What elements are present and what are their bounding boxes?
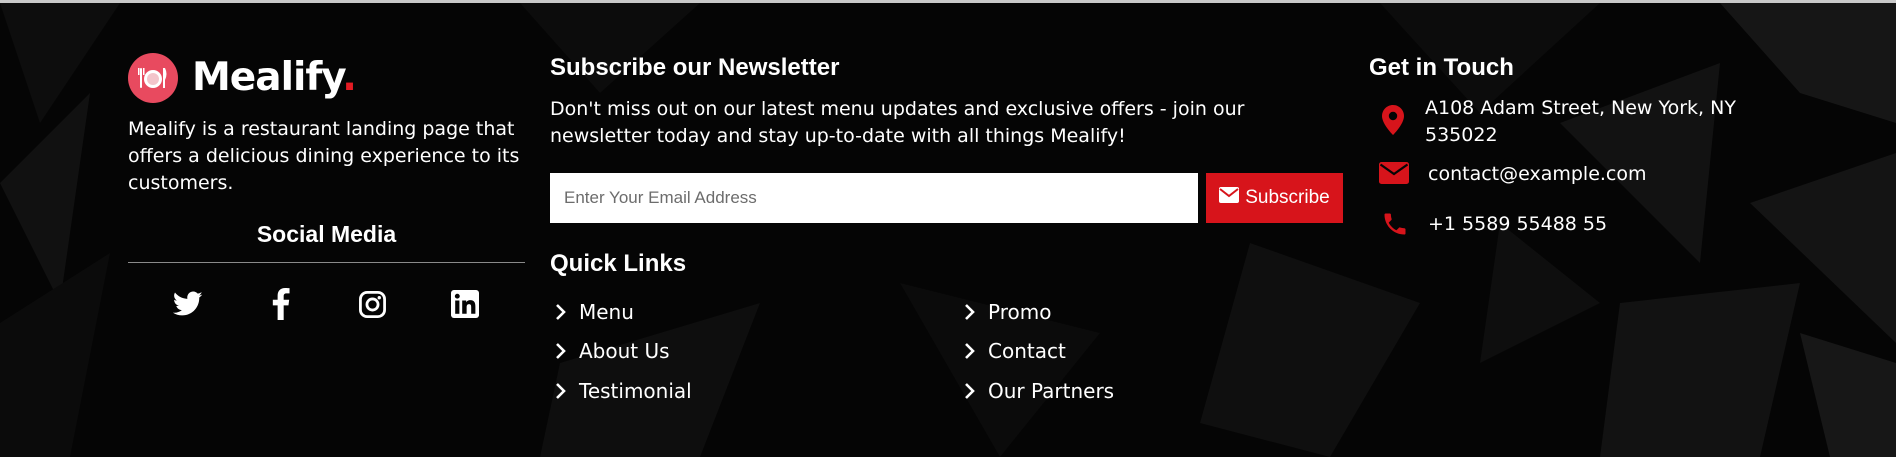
envelope-icon [1219, 187, 1240, 209]
quick-link-menu[interactable]: Menu [555, 300, 634, 324]
brand-description: Mealify is a restaurant landing page tha… [128, 118, 520, 194]
chevron-right-icon [555, 302, 569, 322]
brand-logo[interactable]: Mealify. [128, 53, 357, 103]
quick-link-contact[interactable]: Contact [964, 339, 1066, 363]
quick-links-title: Quick Links [550, 250, 687, 277]
contact-email[interactable]: contact@example.com [1428, 161, 1647, 188]
brand-name: Mealify. [192, 55, 357, 100]
instagram-icon[interactable] [356, 288, 388, 320]
chevron-right-icon [964, 302, 978, 322]
quick-link-testimonial[interactable]: Testimonial [555, 379, 692, 403]
chevron-right-icon [964, 341, 978, 361]
linkedin-icon[interactable] [449, 288, 481, 320]
social-media-title: Social Media [256, 221, 397, 247]
get-in-touch-title: Get in Touch [1369, 54, 1514, 81]
contact-address: A108 Adam Street, New York, NY 535022 [1425, 97, 1736, 146]
subscribe-label: Subscribe [1245, 187, 1330, 208]
chevron-right-icon [555, 341, 569, 361]
phone-icon [1380, 209, 1410, 239]
quick-link-promo[interactable]: Promo [964, 300, 1051, 324]
chevron-right-icon [964, 381, 978, 401]
contact-phone[interactable]: +1 5589 55488 55 [1428, 211, 1607, 238]
quick-link-about-us[interactable]: About Us [555, 339, 670, 363]
newsletter-description: Don't miss out on our latest menu update… [550, 98, 1245, 147]
social-divider [128, 262, 525, 263]
chevron-right-icon [555, 381, 569, 401]
email-input[interactable] [550, 173, 1198, 223]
facebook-icon[interactable] [265, 288, 297, 320]
map-marker-icon [1378, 104, 1408, 136]
twitter-icon[interactable] [172, 288, 204, 320]
plate-cutlery-icon [128, 53, 178, 103]
envelope-icon [1379, 162, 1409, 184]
newsletter-title: Subscribe our Newsletter [550, 54, 840, 81]
subscribe-button[interactable]: Subscribe [1206, 173, 1343, 223]
quick-link-our-partners[interactable]: Our Partners [964, 379, 1114, 403]
